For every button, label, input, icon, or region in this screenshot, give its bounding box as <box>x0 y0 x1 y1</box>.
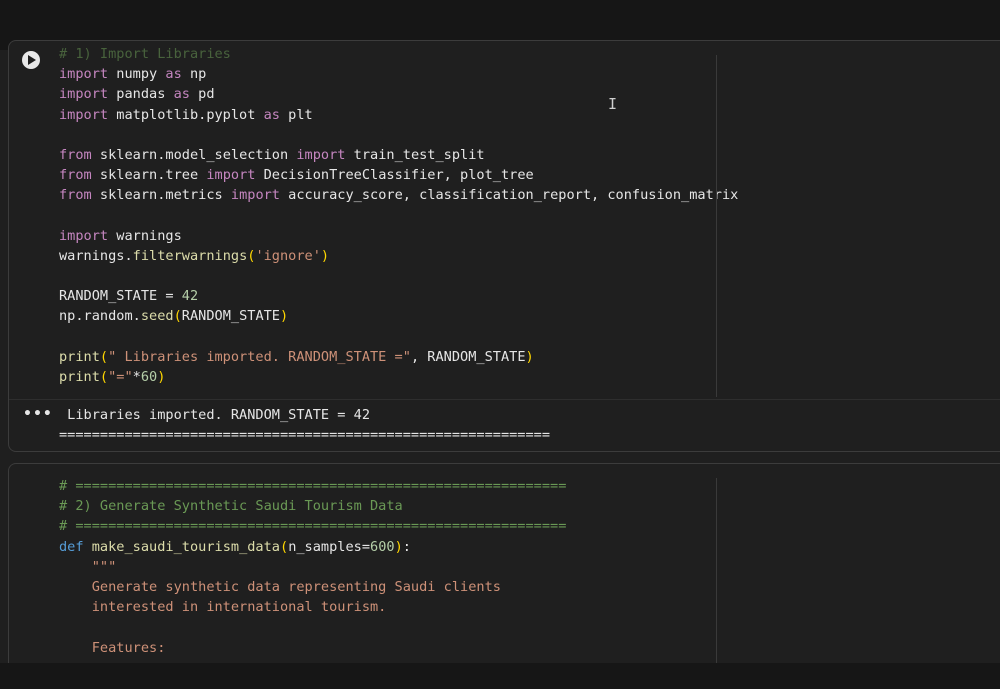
more-horizontal-icon[interactable]: ••• <box>23 406 53 422</box>
code-editor[interactable]: # ======================================… <box>9 464 717 664</box>
output-line: Libraries imported. RANDOM_STATE = 42 <box>59 407 370 423</box>
text-cursor-icon: I <box>608 95 618 113</box>
code-line: from sklearn.model_selection import trai… <box>59 146 485 163</box>
code-line: import warnings <box>59 227 182 244</box>
code-line: # 1) Import Libraries <box>59 46 231 62</box>
code-line: """ <box>59 558 117 575</box>
code-line: Generate synthetic data representing Sau… <box>59 578 501 595</box>
code-line: # 2) Generate Synthetic Saudi Tourism Da… <box>59 498 403 515</box>
code-line: warnings.filterwarnings('ignore') <box>59 247 330 264</box>
code-line: print("="*60) <box>59 369 166 385</box>
code-line: print(" Libraries imported. RANDOM_STATE… <box>59 348 534 365</box>
run-cell-button[interactable] <box>22 51 40 69</box>
notebook-screen: # 1) Import Libraries import numpy as np i… <box>0 0 1000 689</box>
code-line: from sklearn.tree import DecisionTreeCla… <box>59 167 534 184</box>
code-text[interactable]: # 1) Import Libraries import numpy as np i… <box>59 44 738 387</box>
code-line: import pandas as pd <box>59 86 215 103</box>
code-line: interested in international tourism. <box>59 599 387 616</box>
code-line: Features: <box>59 639 166 656</box>
code-line: RANDOM_STATE = 42 <box>59 288 199 305</box>
code-line: def make_saudi_tourism_data(n_samples=60… <box>59 538 411 555</box>
code-line: # ======================================… <box>59 478 567 494</box>
code-line: from sklearn.metrics import accuracy_sco… <box>59 187 739 204</box>
cell-output: Libraries imported. RANDOM_STATE = 42 ===… <box>59 405 550 445</box>
code-line: # ======================================… <box>59 518 567 535</box>
code-line: np.random.seed(RANDOM_STATE) <box>59 308 289 325</box>
output-line: ========================================… <box>59 427 551 444</box>
bottom-bar <box>0 663 1000 689</box>
editor-divider <box>716 55 717 397</box>
output-separator <box>9 399 1000 400</box>
editor-divider <box>716 478 717 674</box>
code-text[interactable]: # ======================================… <box>59 476 566 658</box>
code-cell-data-generation[interactable]: # ======================================… <box>8 463 1000 674</box>
play-icon <box>28 55 36 65</box>
code-line: import numpy as np <box>59 66 207 83</box>
code-cell-imports[interactable]: # 1) Import Libraries import numpy as np i… <box>8 40 1000 452</box>
code-line: import matplotlib.pyplot as plt <box>59 106 313 123</box>
